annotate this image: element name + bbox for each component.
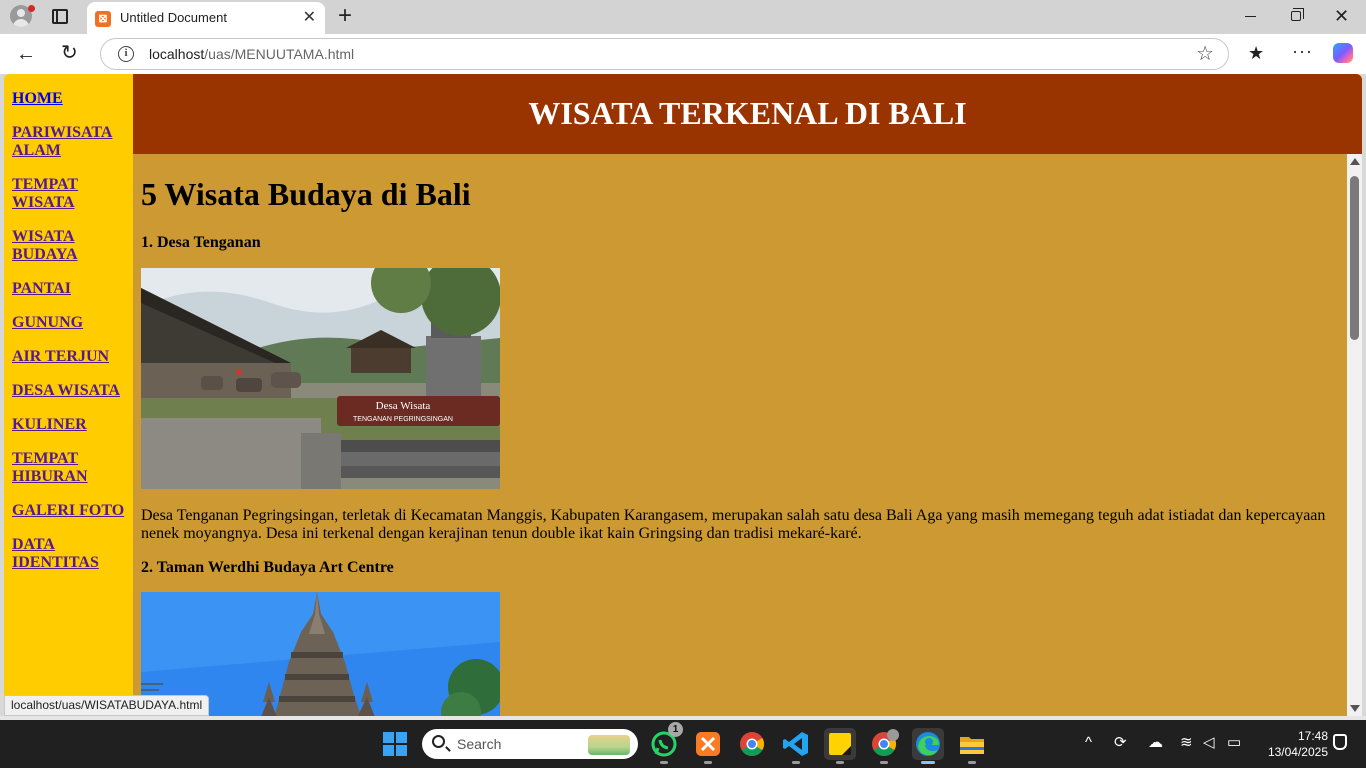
nav-link-home[interactable]: HOME [12, 90, 130, 108]
show-hidden-icons-chevron-icon[interactable]: ^ [1085, 732, 1092, 754]
clock-time: 17:48 [1297, 729, 1328, 743]
wifi-icon[interactable]: ≋ [1180, 732, 1193, 754]
volume-icon[interactable]: ◁ [1203, 732, 1215, 754]
xampp-icon [696, 732, 720, 756]
scroll-up-arrow-icon[interactable] [1350, 158, 1360, 165]
vscode-taskbar-button[interactable] [780, 728, 812, 764]
nav-link-data-identitas[interactable]: DATA IDENTITAS [12, 536, 130, 572]
nav-link-pantai[interactable]: PANTAI [12, 280, 130, 298]
back-icon[interactable]: ← [16, 42, 36, 66]
running-indicator [968, 761, 976, 764]
section-title-art-centre: 2. Taman Werdhi Budaya Art Centre [141, 559, 394, 576]
tab-close-icon[interactable]: ✕ [303, 8, 316, 28]
running-indicator [836, 761, 844, 764]
side-navigation: HOME PARIWISATA ALAM TEMPAT WISATA WISAT… [4, 74, 133, 716]
active-window-indicator [921, 761, 935, 764]
windows-taskbar: Search 1 ^ ⟳ ☁ ≋ ◁ ▭ 17:48 13/04/2025 [0, 720, 1366, 768]
system-clock[interactable]: 17:48 13/04/2025 [1256, 728, 1328, 760]
whatsapp-unread-badge: 1 [668, 722, 683, 737]
url-path: /uas/MENUUTAMA.html [204, 46, 355, 62]
battery-icon[interactable]: ▭ [1227, 732, 1241, 754]
link-status-bubble: localhost/uas/WISATABUDAYA.html [4, 695, 210, 716]
chrome-taskbar-button[interactable] [736, 728, 768, 760]
taskbar-search[interactable]: Search [422, 729, 638, 759]
page-viewport: HOME PARIWISATA ALAM TEMPAT WISATA WISAT… [4, 74, 1362, 716]
bookmark-star-icon[interactable]: ☆ [1196, 42, 1214, 66]
photo-desa-tenganan: Desa Wisata TENGANAN PEGRINGSINGAN [141, 268, 500, 489]
sticky-notes-taskbar-button[interactable] [824, 728, 856, 764]
nav-link-tempat-hiburan[interactable]: TEMPAT HIBURAN [12, 450, 130, 486]
edge-taskbar-button[interactable] [912, 728, 944, 764]
file-explorer-taskbar-button[interactable] [956, 728, 988, 764]
address-bar[interactable]: i localhost/uas/MENUUTAMA.html ☆ [100, 38, 1229, 70]
running-indicator [660, 761, 668, 764]
cloud-offline-icon[interactable]: ☁ [1148, 732, 1163, 754]
nav-link-galeri-foto[interactable]: GALERI FOTO [12, 502, 130, 520]
chrome-profile-taskbar-button[interactable] [868, 728, 900, 764]
page-scrollbar[interactable] [1347, 154, 1362, 716]
new-tab-button[interactable]: + [338, 4, 352, 28]
copilot-icon[interactable] [1333, 43, 1353, 63]
page-heading: 5 Wisata Budaya di Bali [141, 176, 471, 212]
url-host: localhost [149, 46, 205, 62]
nav-link-desa-wisata[interactable]: DESA WISATA [12, 382, 130, 400]
minimize-icon[interactable] [1245, 16, 1256, 17]
site-info-icon[interactable]: i [118, 46, 134, 62]
notification-bell-icon[interactable] [1333, 734, 1347, 750]
banner-title: WISATA TERKENAL DI BALI [528, 95, 967, 131]
chrome-icon [740, 732, 765, 757]
scrollbar-thumb[interactable] [1350, 176, 1359, 340]
sync-update-icon[interactable]: ⟳ [1114, 732, 1127, 754]
description-desa-tenganan: Desa Tenganan Pegringsingan, terletak di… [141, 507, 1326, 542]
edge-icon [916, 732, 940, 756]
nav-link-wisata-budaya[interactable]: WISATA BUDAYA [12, 228, 130, 264]
scroll-down-arrow-icon[interactable] [1350, 705, 1360, 712]
photo-sign-line-2: TENGANAN PEGRINGSINGAN [353, 416, 453, 423]
running-indicator [792, 761, 800, 764]
photo-sign-line-1: Desa Wisata [376, 400, 431, 412]
chrome-profile-icon [872, 729, 899, 757]
reload-icon[interactable]: ↻ [61, 41, 78, 65]
search-highlight-illustration [588, 735, 630, 755]
file-explorer-icon [960, 737, 984, 754]
clock-date: 13/04/2025 [1267, 745, 1328, 759]
page-banner: WISATA TERKENAL DI BALI [133, 74, 1362, 154]
sticky-notes-icon [829, 733, 851, 755]
running-indicator [704, 761, 712, 764]
start-button[interactable] [379, 728, 411, 760]
vscode-icon [783, 732, 808, 756]
favorites-icon[interactable]: ★ [1248, 42, 1264, 64]
tab-actions-icon[interactable] [52, 9, 68, 24]
tab-title: Untitled Document [120, 10, 227, 25]
more-menu-icon[interactable]: ··· [1292, 40, 1313, 62]
tab-strip: ⊠ Untitled Document ✕ + ✕ [0, 0, 1366, 34]
whatsapp-taskbar-button[interactable]: 1 [648, 722, 683, 764]
search-placeholder: Search [457, 736, 502, 752]
window-close-icon[interactable]: ✕ [1334, 5, 1349, 27]
url-text[interactable]: localhost/uas/MENUUTAMA.html [149, 46, 354, 62]
search-icon [432, 735, 445, 748]
nav-link-tempat-wisata[interactable]: TEMPAT WISATA [12, 176, 130, 212]
maximize-icon[interactable] [1291, 8, 1304, 21]
nav-link-air-terjun[interactable]: AIR TERJUN [12, 348, 130, 366]
nav-link-kuliner[interactable]: KULINER [12, 416, 130, 434]
nav-link-pariwisata-alam[interactable]: PARIWISATA ALAM [12, 124, 130, 160]
running-indicator [880, 761, 888, 764]
section-title-desa-tenganan: 1. Desa Tenganan [141, 234, 261, 251]
profile-notification-dot [28, 5, 35, 12]
browser-toolbar: ← ↻ i localhost/uas/MENUUTAMA.html ☆ ★ ·… [0, 34, 1366, 74]
xampp-favicon-icon: ⊠ [95, 11, 111, 27]
xampp-taskbar-button[interactable] [692, 728, 724, 764]
tab-untitled-document[interactable]: ⊠ Untitled Document ✕ [87, 2, 325, 34]
windows-start-icon [383, 732, 407, 756]
nav-link-gunung[interactable]: GUNUNG [12, 314, 130, 332]
